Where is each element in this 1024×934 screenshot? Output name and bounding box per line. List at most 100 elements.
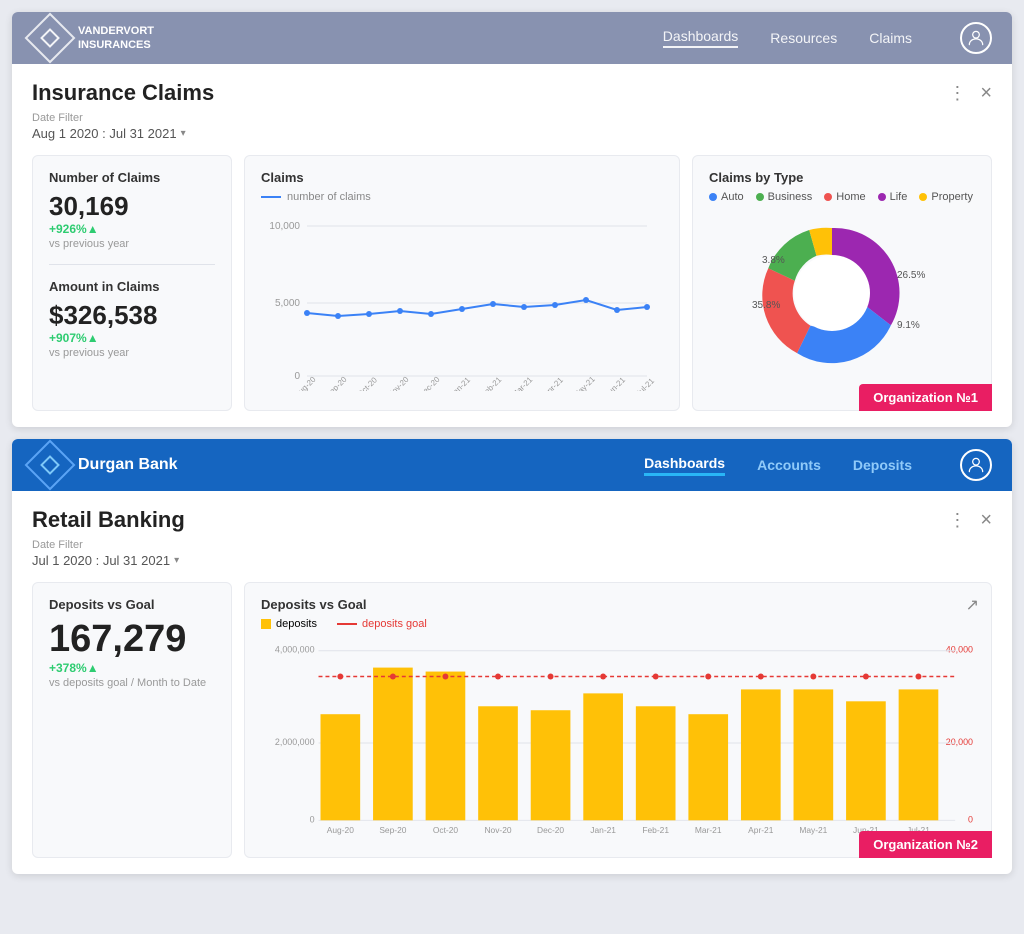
org1-chart-legend: number of claims bbox=[261, 191, 663, 203]
svg-text:Jun-21: Jun-21 bbox=[603, 375, 627, 391]
org2-title-row: Retail Banking ⋮ × bbox=[32, 507, 992, 533]
legend-auto: Auto bbox=[709, 191, 744, 203]
org1-divider bbox=[49, 264, 215, 265]
svg-text:Feb-21: Feb-21 bbox=[642, 825, 669, 835]
bar-apr21 bbox=[741, 689, 781, 820]
org1-nav-dashboards[interactable]: Dashboards bbox=[663, 28, 739, 48]
org2-chart-title: Deposits vs Goal bbox=[261, 597, 975, 612]
org1-amount-in-claims: Amount in Claims $326,538 +907%▲ vs prev… bbox=[49, 279, 215, 359]
org1-donut-card: Claims by Type Auto Business Home bbox=[692, 155, 992, 411]
legend-deposits: deposits bbox=[261, 618, 317, 630]
org1-menu-icon[interactable]: ⋮ bbox=[948, 83, 966, 104]
bar-aug20 bbox=[321, 714, 361, 820]
user-icon bbox=[966, 28, 986, 48]
org1-date-filter-label: Date Filter bbox=[32, 112, 992, 124]
svg-text:Oct-20: Oct-20 bbox=[356, 375, 380, 391]
org1-chart-title: Claims bbox=[261, 170, 663, 185]
org1-dashboard: VANDERVORT INSURANCES Dashboards Resourc… bbox=[12, 12, 1012, 427]
org1-badge: Organization №1 bbox=[859, 384, 992, 411]
org1-close-icon[interactable]: × bbox=[980, 82, 992, 105]
org1-dashboard-title: Insurance Claims bbox=[32, 80, 948, 106]
org1-nav-links: Dashboards Resources Claims bbox=[663, 22, 992, 54]
bar-mar21 bbox=[688, 714, 728, 820]
org2-badge: Organization №2 bbox=[859, 831, 992, 858]
legend-goal: deposits goal bbox=[337, 618, 427, 630]
svg-text:Sep-20: Sep-20 bbox=[379, 825, 406, 835]
org1-line-chart-card: Claims number of claims 10,000 5,000 0 bbox=[244, 155, 680, 411]
auto-dot bbox=[709, 193, 717, 201]
org2-deposits-value: 167,279 bbox=[49, 618, 215, 661]
svg-text:Apr-21: Apr-21 bbox=[748, 825, 774, 835]
svg-text:Nov-20: Nov-20 bbox=[386, 375, 411, 391]
org1-nav: VANDERVORT INSURANCES Dashboards Resourc… bbox=[12, 12, 1012, 64]
svg-text:5,000: 5,000 bbox=[275, 298, 300, 309]
org2-nav-deposits[interactable]: Deposits bbox=[853, 457, 912, 473]
org2-close-icon[interactable]: × bbox=[980, 509, 992, 532]
org1-date-filter-value[interactable]: Aug 1 2020 : Jul 31 2021 ▾ bbox=[32, 126, 992, 141]
org1-donut-title: Claims by Type bbox=[709, 170, 975, 185]
bar-jun21 bbox=[846, 701, 886, 820]
svg-text:Nov-20: Nov-20 bbox=[484, 825, 511, 835]
org1-logo-line2: INSURANCES bbox=[78, 38, 154, 52]
org2-deposits-vs: vs deposits goal / Month to Date bbox=[49, 677, 215, 689]
svg-text:Feb-21: Feb-21 bbox=[479, 375, 504, 391]
bar-feb21 bbox=[636, 706, 676, 820]
org1-claims-change: +926%▲ bbox=[49, 222, 215, 236]
svg-text:May-21: May-21 bbox=[799, 825, 827, 835]
org1-claims-value: 30,169 bbox=[49, 191, 215, 222]
org1-claims-stats: Number of Claims 30,169 +926%▲ vs previo… bbox=[32, 155, 232, 411]
goal-legend-line bbox=[337, 623, 357, 625]
org1-user-avatar[interactable] bbox=[960, 22, 992, 54]
svg-text:3.8%: 3.8% bbox=[762, 255, 785, 266]
org1-title-row: Insurance Claims ⋮ × bbox=[32, 80, 992, 106]
org2-date-filter-label: Date Filter bbox=[32, 539, 992, 551]
org2-bar-chart: 4,000,000 2,000,000 0 40,000 20,000 0 bbox=[261, 638, 975, 838]
org1-content: Insurance Claims ⋮ × Date Filter Aug 1 2… bbox=[12, 64, 1012, 427]
svg-text:Sep-20: Sep-20 bbox=[324, 375, 349, 391]
org2-date-filter-arrow: ▾ bbox=[174, 555, 179, 566]
org2-user-avatar[interactable] bbox=[960, 449, 992, 481]
org1-number-of-claims: Number of Claims 30,169 +926%▲ vs previo… bbox=[49, 170, 215, 250]
org1-logo-line1: VANDERVORT bbox=[78, 24, 154, 38]
org2-logo-text: Durgan Bank bbox=[78, 456, 178, 474]
svg-text:Oct-20: Oct-20 bbox=[433, 825, 459, 835]
svg-text:0: 0 bbox=[968, 814, 973, 824]
life-dot bbox=[878, 193, 886, 201]
org2-chart-legend: deposits deposits goal bbox=[261, 618, 975, 630]
legend-home: Home bbox=[824, 191, 865, 203]
deposits-legend-square bbox=[261, 619, 271, 629]
org2-nav-accounts[interactable]: Accounts bbox=[757, 457, 821, 473]
org2-menu-icon[interactable]: ⋮ bbox=[948, 510, 966, 531]
org1-logo: VANDERVORT INSURANCES bbox=[32, 20, 154, 56]
org1-claims-vs: vs previous year bbox=[49, 238, 215, 250]
org1-amount-vs: vs previous year bbox=[49, 347, 215, 359]
org2-dashboard-title: Retail Banking bbox=[32, 507, 948, 533]
svg-text:40,000: 40,000 bbox=[946, 645, 973, 655]
org1-amount-label: Amount in Claims bbox=[49, 279, 215, 294]
org2-expand-icon[interactable]: ↗ bbox=[966, 595, 979, 615]
org1-nav-claims[interactable]: Claims bbox=[869, 30, 912, 46]
org1-nav-resources[interactable]: Resources bbox=[770, 30, 837, 46]
svg-text:Dec-20: Dec-20 bbox=[537, 825, 564, 835]
org1-donut-svg: 26.5% 9.1% 3.8% 35.8% bbox=[742, 213, 942, 373]
org1-claims-label: Number of Claims bbox=[49, 170, 215, 185]
svg-text:4,000,000: 4,000,000 bbox=[275, 645, 315, 655]
org2-date-filter-value[interactable]: Jul 1 2020 : Jul 31 2021 ▾ bbox=[32, 553, 992, 568]
org2-deposits-stat: Deposits vs Goal 167,279 +378%▲ vs depos… bbox=[32, 582, 232, 858]
org2-deposits-label: Deposits vs Goal bbox=[49, 597, 215, 612]
bar-sep20 bbox=[373, 668, 413, 821]
svg-text:May-21: May-21 bbox=[572, 374, 598, 391]
org1-amount-value: $326,538 bbox=[49, 300, 215, 331]
svg-text:0: 0 bbox=[294, 371, 300, 382]
legend-line-indicator bbox=[261, 196, 281, 198]
legend-business: Business bbox=[756, 191, 813, 203]
org1-donut-legend: Auto Business Home Life bbox=[709, 191, 975, 203]
svg-text:20,000: 20,000 bbox=[946, 737, 973, 747]
property-dot bbox=[919, 193, 927, 201]
org2-nav-dashboards[interactable]: Dashboards bbox=[644, 455, 725, 476]
org2-bar-chart-card: Deposits vs Goal ↗ deposits deposits goa… bbox=[244, 582, 992, 858]
org2-deposits-change: +378%▲ bbox=[49, 661, 215, 675]
svg-text:Jan-21: Jan-21 bbox=[448, 375, 472, 391]
user-icon-2 bbox=[966, 455, 986, 475]
legend-property: Property bbox=[919, 191, 973, 203]
